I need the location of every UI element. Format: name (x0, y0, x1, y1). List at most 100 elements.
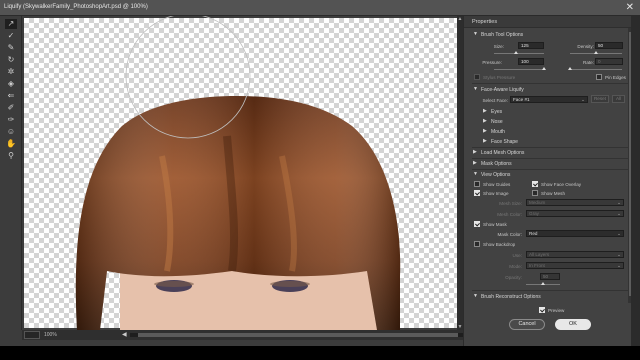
show-face-overlay-checkbox[interactable] (532, 181, 538, 187)
opacity-slider-knob[interactable] (541, 282, 545, 285)
density-slider[interactable] (570, 51, 622, 54)
section-mask-options[interactable]: ▶ Mask Options (464, 159, 634, 168)
mask-color-dropdown[interactable]: Red ⌄ (526, 230, 624, 237)
section-brush-tool-options[interactable]: ▼ Brush Tool Options (464, 30, 634, 39)
select-face-dropdown[interactable]: Face #1 ⌄ (510, 96, 588, 103)
smooth-tool-icon[interactable]: ✎ (5, 43, 17, 53)
section-brush-reconstruct-options[interactable]: ▼ Brush Reconstruct Options (464, 292, 634, 301)
collapsed-triangle-icon: ▶ (473, 149, 477, 155)
pin-edges-checkbox[interactable] (596, 74, 602, 80)
preview-checkbox[interactable] (539, 307, 545, 313)
show-mesh-label: Show Mesh (541, 191, 566, 196)
show-guides-checkbox[interactable] (474, 181, 480, 187)
show-mask-checkbox[interactable] (474, 221, 480, 227)
show-face-overlay-label: Show Face Overlay (541, 182, 582, 187)
size-slider[interactable] (494, 51, 544, 54)
photo-layer (75, 16, 401, 330)
cancel-button[interactable]: Cancel (509, 319, 545, 330)
mesh-color-dropdown[interactable]: Gray ⌄ (526, 210, 624, 217)
opacity-slider[interactable] (526, 282, 560, 285)
pucker-tool-icon[interactable]: ✲ (5, 67, 17, 77)
zoom-level[interactable]: 100% (44, 332, 57, 338)
mesh-size-value: Medium (529, 200, 546, 205)
section-label: Face-Aware Liquify (481, 87, 524, 93)
rate-slider[interactable] (568, 67, 622, 70)
mesh-size-label: Mesh Size: (499, 201, 522, 206)
hand-tool-icon[interactable]: ✋ (5, 139, 17, 149)
collapsed-triangle-icon: ▶ (483, 118, 487, 124)
stylus-pressure-checkbox[interactable] (474, 74, 480, 80)
subsection-face-shape[interactable]: ▶ Face Shape (464, 137, 634, 146)
face-tool-icon[interactable]: ☺ (5, 127, 17, 137)
collapsed-triangle-icon: ▶ (483, 108, 487, 114)
close-icon[interactable]: ✕ (626, 2, 634, 13)
show-mask-label: Show Mask (483, 222, 507, 227)
pressure-field[interactable]: 100 (518, 58, 544, 65)
twirl-clockwise-tool-icon[interactable]: ↻ (5, 55, 17, 65)
collapsed-triangle-icon: ▶ (483, 128, 487, 134)
all-button[interactable]: All (612, 95, 625, 103)
size-label: Size: (493, 44, 504, 49)
mesh-size-dropdown[interactable]: Medium ⌄ (526, 199, 624, 206)
subsection-eyes[interactable]: ▶ Eyes (464, 107, 634, 116)
expanded-triangle-icon: ▼ (473, 293, 478, 299)
size-field[interactable]: 125 (518, 42, 544, 49)
preview-label: Preview (548, 308, 565, 313)
use-dropdown[interactable]: All Layers ⌄ (526, 251, 624, 258)
section-view-options[interactable]: ▼ View Options (464, 170, 634, 179)
title-bar: Liquify (SkywalkerFamily_PhotoshopArt.ps… (0, 0, 640, 16)
show-image-label: Show Image (483, 191, 509, 196)
show-mesh-checkbox[interactable] (532, 190, 538, 196)
mask-color-label: Mask Color: (497, 232, 522, 237)
rate-label: Rate: (583, 60, 594, 65)
subsection-label: Mouth (491, 129, 505, 135)
image-canvas[interactable] (22, 16, 463, 330)
section-label: Load Mesh Options (481, 150, 525, 156)
mask-color-value: Red (529, 231, 538, 236)
mesh-color-value: Gray (529, 211, 539, 216)
stylus-pressure-label: Stylus Pressure (483, 75, 516, 80)
mesh-color-label: Mesh Color: (497, 212, 522, 217)
opacity-field[interactable]: 50 (540, 273, 560, 280)
chevron-down-icon: ⌄ (581, 97, 585, 102)
liquify-toolbar: ↗ ✓ ✎ ↻ ✲ ◈ ⇐ ✐ ✑ ☺ ✋ ⚲ (0, 16, 22, 330)
pressure-label: Pressure: (482, 60, 502, 65)
window-title: Liquify (SkywalkerFamily_PhotoshopArt.ps… (4, 4, 148, 10)
collapsed-triangle-icon: ▶ (473, 160, 477, 166)
density-slider-knob[interactable] (594, 51, 598, 54)
ok-button[interactable]: OK (555, 319, 591, 330)
scroll-left-icon[interactable]: ◀ (122, 331, 127, 338)
pin-edges-label: Pin Edges (605, 75, 626, 80)
rate-field[interactable]: 0 (595, 58, 623, 65)
subsection-label: Eyes (491, 109, 503, 115)
section-label: Mask Options (481, 161, 512, 167)
divider (472, 83, 632, 84)
thaw-mask-tool-icon[interactable]: ✑ (5, 115, 17, 125)
properties-title: Properties (472, 19, 498, 25)
zoom-buttons[interactable] (24, 331, 40, 339)
forward-warp-tool-icon[interactable]: ↗ (5, 19, 17, 29)
expanded-triangle-icon: ▼ (473, 31, 478, 37)
bloat-tool-icon[interactable]: ◈ (5, 79, 17, 89)
freeze-mask-tool-icon[interactable]: ✐ (5, 103, 17, 113)
subsection-label: Face Shape (491, 139, 518, 145)
pressure-slider-knob[interactable] (542, 67, 546, 70)
section-load-mesh-options[interactable]: ▶ Load Mesh Options (464, 148, 634, 157)
subsection-mouth[interactable]: ▶ Mouth (464, 127, 634, 136)
section-face-aware-liquify[interactable]: ▼ Face-Aware Liquify (464, 85, 634, 94)
show-image-checkbox[interactable] (474, 190, 480, 196)
subsection-nose[interactable]: ▶ Nose (464, 117, 634, 126)
rate-slider-knob[interactable] (568, 67, 572, 70)
zoom-tool-icon[interactable]: ⚲ (5, 151, 17, 161)
show-backdrop-checkbox[interactable] (474, 241, 480, 247)
pressure-slider[interactable] (494, 67, 546, 70)
density-label: Density: (577, 44, 594, 49)
size-slider-knob[interactable] (513, 51, 518, 54)
reset-button[interactable]: Reset (591, 95, 609, 103)
push-left-tool-icon[interactable]: ⇐ (5, 91, 17, 101)
mode-dropdown[interactable]: In Front ⌄ (526, 262, 624, 269)
horizontal-scroll-thumb[interactable] (138, 333, 458, 337)
reconstruct-tool-icon[interactable]: ✓ (5, 31, 17, 41)
density-field[interactable]: 50 (595, 42, 623, 49)
canvas-horizontal-scrollbar[interactable] (130, 333, 475, 337)
